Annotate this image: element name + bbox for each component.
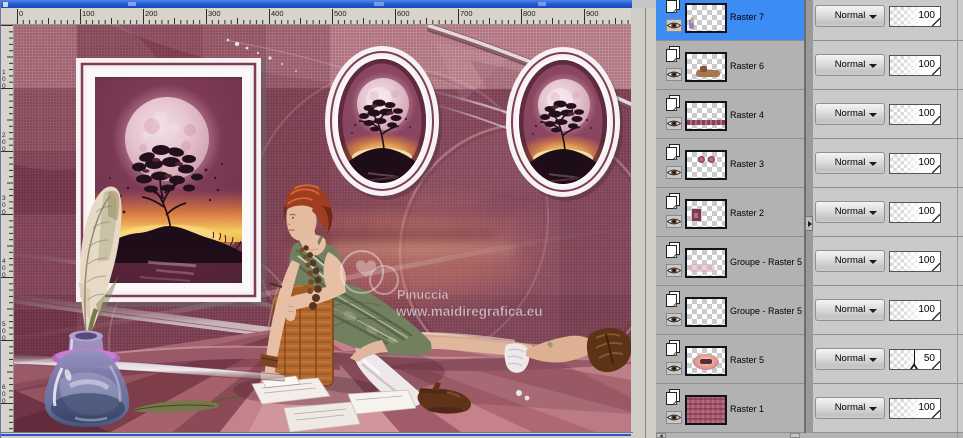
svg-text:0: 0 [2, 328, 6, 335]
svg-text:700: 700 [460, 9, 473, 18]
svg-text:5: 5 [2, 321, 6, 328]
svg-text:600: 600 [397, 9, 410, 18]
svg-text:0: 0 [2, 76, 6, 83]
svg-text:0: 0 [2, 265, 6, 272]
svg-text:4: 4 [2, 258, 6, 265]
svg-text:900: 900 [586, 9, 599, 18]
svg-text:200: 200 [145, 9, 158, 18]
svg-text:0: 0 [2, 139, 6, 146]
svg-text:0: 0 [2, 391, 6, 398]
svg-text:100: 100 [82, 9, 95, 18]
svg-text:800: 800 [523, 9, 536, 18]
svg-text:1: 1 [2, 69, 6, 76]
svg-text:500: 500 [334, 9, 347, 18]
svg-text:3: 3 [2, 195, 6, 202]
svg-text:6: 6 [2, 384, 6, 391]
svg-text:www.maidiregrafica.eu: www.maidiregrafica.eu [395, 304, 543, 319]
svg-text:2: 2 [2, 132, 6, 139]
svg-text:0: 0 [2, 202, 6, 209]
svg-text:0: 0 [19, 9, 23, 18]
svg-text:300: 300 [208, 9, 221, 18]
svg-text:Pinuccia: Pinuccia [397, 288, 449, 302]
svg-text:400: 400 [271, 9, 284, 18]
